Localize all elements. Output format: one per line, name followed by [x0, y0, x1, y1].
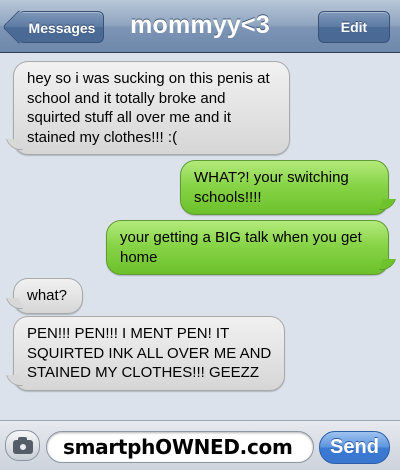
incoming-message: hey so i was sucking on this penis at sc…	[13, 61, 290, 155]
outgoing-message: WHAT?! your switching schools!!!!	[180, 160, 389, 215]
edit-button[interactable]: Edit	[318, 11, 390, 43]
camera-button[interactable]	[5, 430, 40, 461]
nav-bar: Messages mommyy<3 Edit	[0, 0, 400, 53]
outgoing-message: your getting a BIG talk when you get hom…	[106, 220, 389, 275]
incoming-message: what?	[13, 278, 83, 314]
send-button[interactable]: Send	[319, 431, 390, 464]
compose-bar: smartphOWNED.com Send	[0, 420, 400, 470]
message-list[interactable]: hey so i was sucking on this penis at sc…	[0, 54, 400, 420]
message-input[interactable]: smartphOWNED.com	[46, 431, 314, 463]
incoming-message: PEN!!! PEN!!! I MENT PEN! IT SQUIRTED IN…	[13, 316, 285, 391]
